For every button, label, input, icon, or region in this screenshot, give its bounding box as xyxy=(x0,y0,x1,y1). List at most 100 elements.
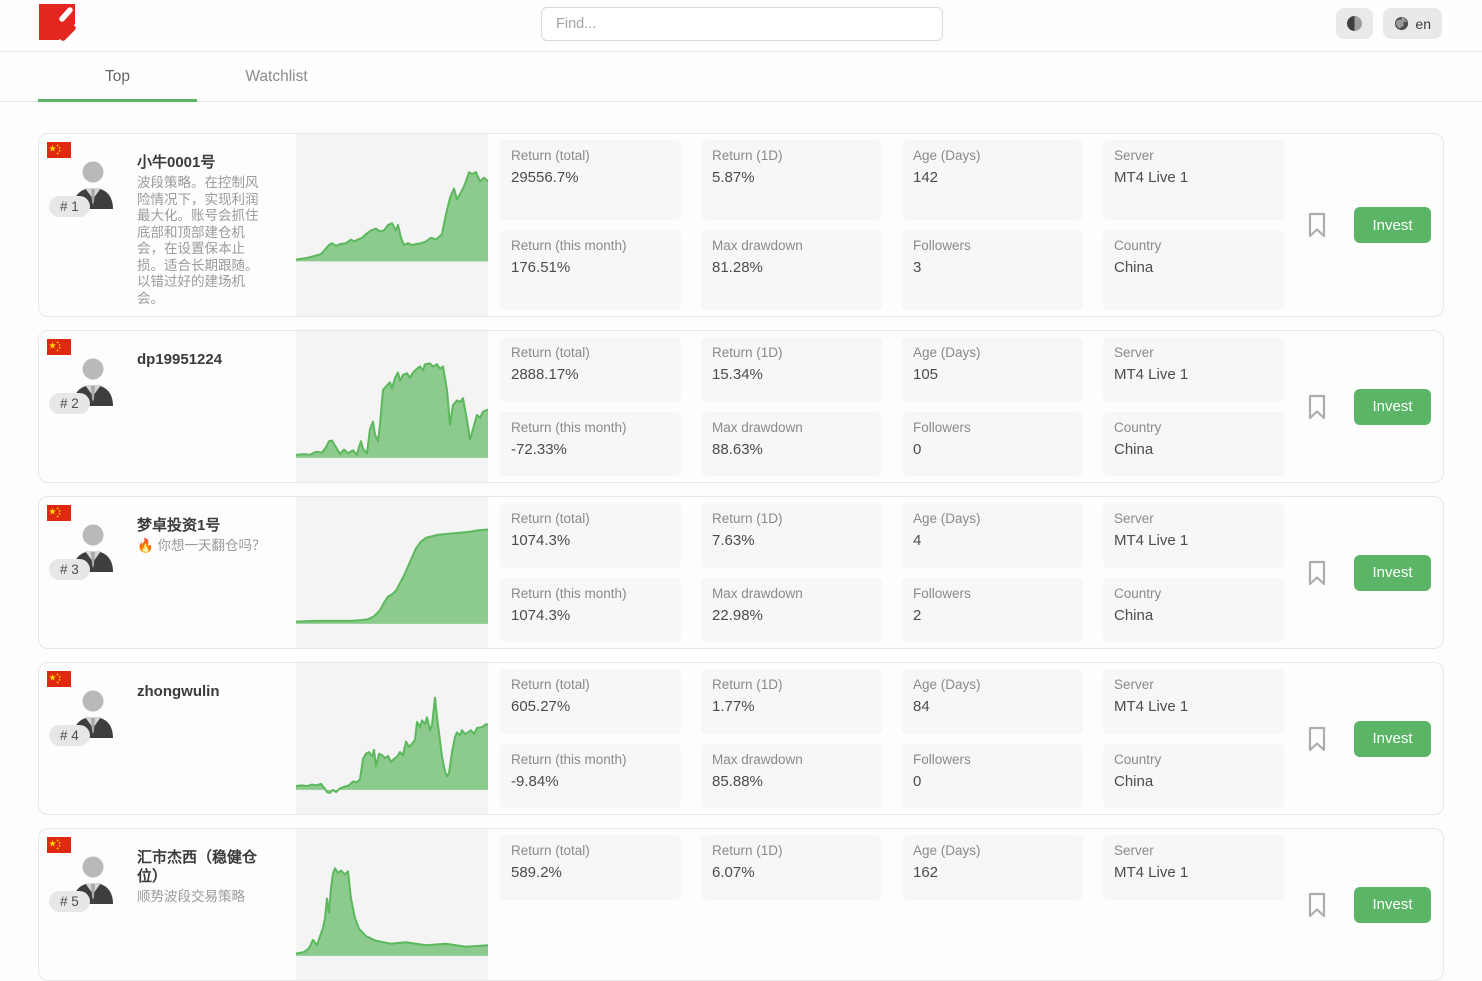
stat-value: 3 xyxy=(913,259,1072,276)
invest-button[interactable]: Invest xyxy=(1354,887,1431,923)
tab-watchlist-label: Watchlist xyxy=(245,68,307,86)
stat-cell: Return (this month) -72.33% xyxy=(500,412,681,477)
tab-top[interactable]: Top xyxy=(38,52,197,101)
stat-value: MT4 Live 1 xyxy=(1114,169,1273,186)
identity-block: 梦卓投资1号 🔥 你想一天翻仓吗？ xyxy=(137,516,271,555)
stat-cell: Return (total) 29556.7% xyxy=(500,140,681,220)
rank-badge: # 3 xyxy=(49,559,90,580)
trader-name: zhongwulin xyxy=(137,682,271,701)
stat-label: Age (Days) xyxy=(913,843,1072,858)
stat-label: Max drawdown xyxy=(712,238,871,253)
stat-value: 1.77% xyxy=(712,698,871,715)
stat-label: Age (Days) xyxy=(913,148,1072,163)
sparkline-chart-icon xyxy=(296,829,488,980)
stat-value: 162 xyxy=(913,864,1072,881)
stat-cell: Server MT4 Live 1 xyxy=(1103,503,1284,568)
bookmark-icon[interactable] xyxy=(1307,394,1327,420)
trader-info: ★ ★ ★ ★ ★ # 4 zhongwulin xyxy=(39,663,296,814)
trader-card[interactable]: ★ ★ ★ ★ ★ # 1 小牛0001号 波段策略。在控制风险情况下，实现利润… xyxy=(38,133,1444,317)
bookmark-icon[interactable] xyxy=(1307,726,1327,752)
performance-chart xyxy=(296,331,488,482)
stat-cell: Age (Days) 162 xyxy=(902,835,1083,900)
invest-button[interactable]: Invest xyxy=(1354,389,1431,425)
card-actions: Invest xyxy=(1284,134,1443,316)
brand-logo-icon[interactable] xyxy=(38,3,76,41)
theme-contrast-icon xyxy=(1347,16,1362,31)
bookmark-icon[interactable] xyxy=(1307,560,1327,586)
trader-card[interactable]: ★ ★ ★ ★ ★ # 2 dp19951224 xyxy=(38,330,1444,483)
stat-label: Server xyxy=(1114,677,1273,692)
stat-cell: Return (1D) 5.87% xyxy=(701,140,882,220)
stat-label: Return (total) xyxy=(511,148,670,163)
stat-value: 1074.3% xyxy=(511,607,670,624)
stat-value: 0 xyxy=(913,441,1072,458)
top-actions: en xyxy=(1336,8,1442,39)
stat-value: 2888.17% xyxy=(511,366,670,383)
top-bar: en xyxy=(0,0,1482,52)
stat-label: Server xyxy=(1114,148,1273,163)
stat-value: 88.63% xyxy=(712,441,871,458)
stat-label: Age (Days) xyxy=(913,345,1072,360)
stat-value: 0 xyxy=(913,773,1072,790)
stat-value: 81.28% xyxy=(712,259,871,276)
sparkline-chart-icon xyxy=(296,497,488,648)
stat-label: Return (1D) xyxy=(712,511,871,526)
stat-cell: Max drawdown 85.88% xyxy=(701,744,882,809)
search-input[interactable] xyxy=(541,7,943,41)
stat-cell: Return (1D) 15.34% xyxy=(701,337,882,402)
identity-block: 汇市杰西（稳健仓位） 顺势波段交易策略 xyxy=(137,848,271,906)
stat-label: Return (total) xyxy=(511,677,670,692)
china-flag-icon: ★ ★ ★ ★ ★ xyxy=(47,142,71,158)
trader-description: 🔥 你想一天翻仓吗？ xyxy=(137,538,271,555)
invest-button[interactable]: Invest xyxy=(1354,721,1431,757)
stat-cell: Max drawdown 88.63% xyxy=(701,412,882,477)
stat-label: Followers xyxy=(913,752,1072,767)
stat-value: China xyxy=(1114,607,1273,624)
trader-info: ★ ★ ★ ★ ★ # 1 小牛0001号 波段策略。在控制风险情况下，实现利润… xyxy=(39,134,296,316)
bookmark-icon[interactable] xyxy=(1307,892,1327,918)
stat-label: Country xyxy=(1114,586,1273,601)
trader-info: ★ ★ ★ ★ ★ # 5 汇市杰西（稳健仓位） 顺势波段交易策略 xyxy=(39,829,296,980)
trader-name: 小牛0001号 xyxy=(137,153,271,172)
card-actions: Invest xyxy=(1284,663,1443,814)
stats-grid: Return (total) 589.2% Return (1D) 6.07% … xyxy=(500,829,1284,980)
stat-label: Followers xyxy=(913,420,1072,435)
stat-cell: Return (1D) 1.77% xyxy=(701,669,882,734)
stat-label: Max drawdown xyxy=(712,586,871,601)
stat-label: Return (total) xyxy=(511,345,670,360)
performance-chart xyxy=(296,134,488,316)
tab-bar: Top Watchlist xyxy=(0,52,1482,102)
bookmark-icon[interactable] xyxy=(1307,212,1327,238)
stat-label: Return (this month) xyxy=(511,420,670,435)
stat-value: 4 xyxy=(913,532,1072,549)
stat-value: China xyxy=(1114,773,1273,790)
stat-value: 29556.7% xyxy=(511,169,670,186)
stat-cell: Return (this month) -9.84% xyxy=(500,744,681,809)
language-button[interactable]: en xyxy=(1383,8,1442,39)
invest-button[interactable]: Invest xyxy=(1354,555,1431,591)
stat-label: Max drawdown xyxy=(712,420,871,435)
stat-cell: Age (Days) 84 xyxy=(902,669,1083,734)
theme-toggle-button[interactable] xyxy=(1336,8,1373,39)
performance-chart xyxy=(296,497,488,648)
trader-card[interactable]: ★ ★ ★ ★ ★ # 3 梦卓投资1号 🔥 你想一天翻仓吗？ xyxy=(38,496,1444,649)
trader-card[interactable]: ★ ★ ★ ★ ★ # 4 zhongwulin xyxy=(38,662,1444,815)
tab-watchlist[interactable]: Watchlist xyxy=(197,52,356,101)
performance-chart xyxy=(296,663,488,814)
stat-label: Followers xyxy=(913,586,1072,601)
trader-card[interactable]: ★ ★ ★ ★ ★ # 5 汇市杰西（稳健仓位） 顺势波段交易策略 xyxy=(38,828,1444,981)
rank-badge: # 2 xyxy=(49,393,90,414)
stat-cell: Country China xyxy=(1103,578,1284,643)
stat-label: Server xyxy=(1114,345,1273,360)
stat-cell: Server MT4 Live 1 xyxy=(1103,835,1284,900)
china-flag-icon: ★ ★ ★ ★ ★ xyxy=(47,505,71,521)
stat-value: MT4 Live 1 xyxy=(1114,864,1273,881)
tab-top-label: Top xyxy=(105,68,130,86)
stat-label: Return (this month) xyxy=(511,752,670,767)
stat-value: China xyxy=(1114,441,1273,458)
stat-label: Return (1D) xyxy=(712,843,871,858)
performance-chart xyxy=(296,829,488,980)
invest-button[interactable]: Invest xyxy=(1354,207,1431,243)
sparkline-chart-icon xyxy=(296,331,488,482)
stat-cell: Return (this month) 1074.3% xyxy=(500,578,681,643)
